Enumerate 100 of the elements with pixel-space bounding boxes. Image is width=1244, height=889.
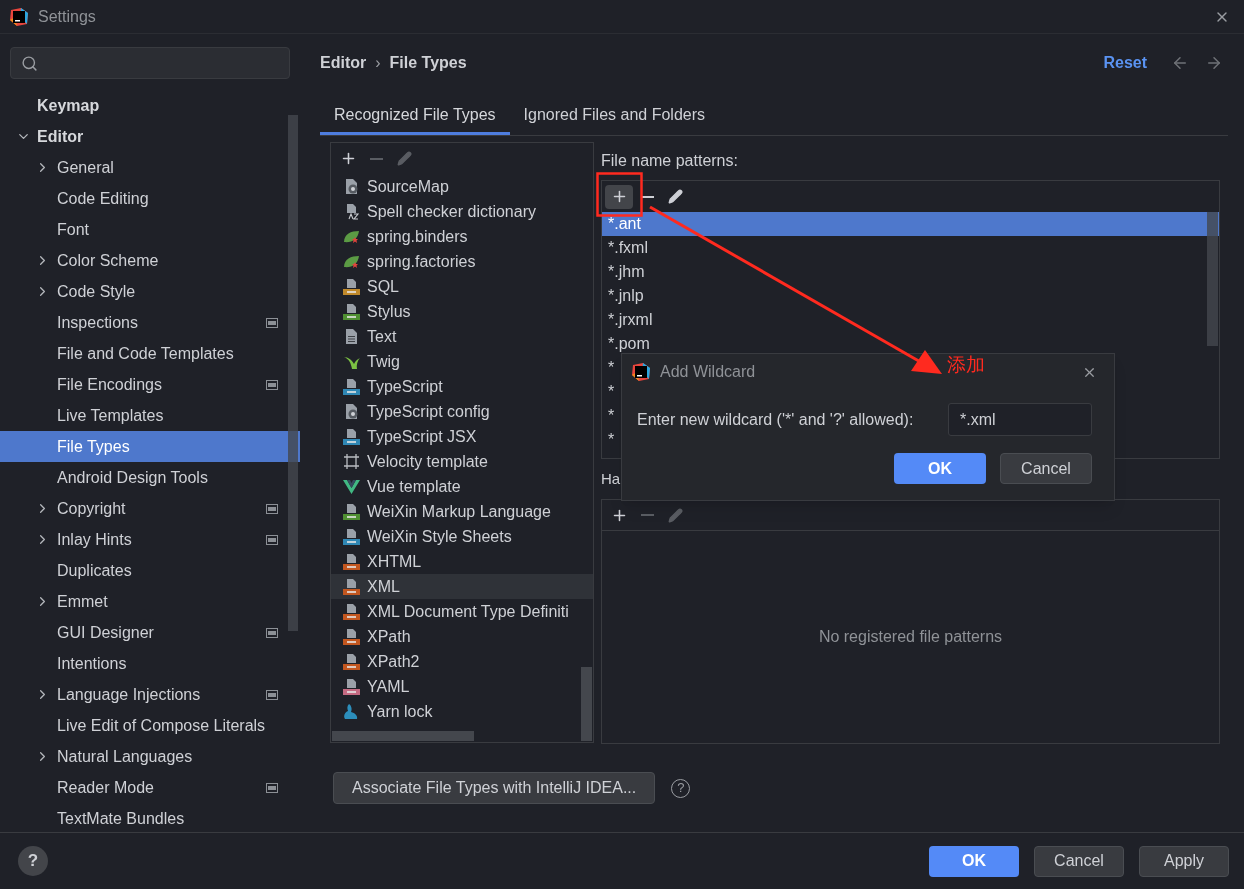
file-type-item[interactable]: WeiXin Style Sheets [331, 524, 593, 549]
file-type-label: XML Document Type Definiti [367, 601, 569, 622]
pattern-item[interactable]: *.fxml [602, 236, 1219, 260]
file-type-label: TypeScript config [367, 401, 490, 422]
file-type-label: Vue template [367, 476, 461, 497]
sidebar-item[interactable]: Reader Mode [0, 772, 300, 803]
yarn-icon [343, 703, 360, 720]
file-type-label: SourceMap [367, 176, 449, 197]
window-title: Settings [38, 6, 96, 27]
associate-button[interactable]: Associate File Types with IntelliJ IDEA... [333, 772, 656, 804]
file-type-item[interactable]: TypeScript [331, 374, 593, 399]
file-type-label: Twig [367, 351, 400, 372]
sidebar-item[interactable]: Language Injections [0, 679, 300, 710]
minus-icon [369, 157, 383, 160]
breadcrumb-item[interactable]: Editor [320, 51, 367, 75]
pattern-item[interactable]: *.ant [602, 212, 1219, 236]
file-type-item[interactable]: Velocity template [331, 449, 593, 474]
section-label: Ha [601, 468, 621, 489]
sidebar-item[interactable]: Duplicates [0, 555, 300, 586]
pattern-item[interactable]: *.jhm [602, 260, 1219, 284]
velocity-icon [343, 453, 360, 470]
sidebar-item-label: Font [57, 219, 90, 240]
cancel-button[interactable]: Cancel [1034, 845, 1124, 877]
sidebar-item[interactable]: Inlay Hints [0, 524, 300, 555]
sidebar-item-label: Keymap [37, 95, 101, 116]
file-type-item[interactable]: Spell checker dictionary [331, 199, 593, 224]
file-type-item[interactable]: XPath2 [331, 649, 593, 674]
sidebar-item[interactable]: General [0, 152, 300, 183]
file-type-label: Spell checker dictionary [367, 201, 536, 222]
section-label: File name patterns: [601, 151, 738, 171]
sidebar-item[interactable]: Code Editing [0, 183, 300, 214]
app-logo-icon [631, 362, 651, 382]
help-button[interactable]: ? [18, 846, 48, 876]
file-type-item[interactable]: spring.factories [331, 249, 593, 274]
file-type-label: Yarn lock [367, 701, 433, 722]
tab[interactable]: Ignored Files and Folders [509, 96, 719, 135]
sidebar-item[interactable]: File and Code Templates [0, 338, 300, 369]
sidebar-item[interactable]: Android Design Tools [0, 462, 300, 493]
apply-button[interactable]: Apply [1139, 845, 1229, 877]
file-type-item[interactable]: TypeScript JSX [331, 424, 593, 449]
file-type-label: XML [367, 576, 400, 597]
sidebar-item[interactable]: GUI Designer [0, 617, 300, 648]
file-type-item[interactable]: XML Document Type Definiti [331, 599, 593, 624]
pattern-item[interactable]: *.jrxml [602, 308, 1219, 332]
sidebar-item-label: Intentions [57, 653, 128, 674]
file-type-item[interactable]: spring.binders [331, 224, 593, 249]
horizontal-scrollbar[interactable] [332, 731, 474, 741]
vertical-scrollbar[interactable] [581, 667, 592, 741]
file-type-label: spring.factories [367, 251, 476, 272]
file-type-item[interactable]: XML [331, 574, 593, 599]
file-type-label: XHTML [367, 551, 422, 572]
search-field[interactable] [10, 47, 290, 79]
sidebar-item[interactable]: Editor [0, 121, 300, 152]
pattern-item[interactable]: *.jnlp [602, 284, 1219, 308]
file-type-item[interactable]: Yarn lock [331, 699, 593, 724]
sidebar-item[interactable]: Emmet [0, 586, 300, 617]
pencil-icon [667, 507, 683, 523]
file-type-item[interactable]: TypeScript config [331, 399, 593, 424]
sidebar-item[interactable]: File Encodings [0, 369, 300, 400]
wildcard-field[interactable]: *.xml [948, 403, 1092, 436]
dialog-title: Add Wildcard [660, 362, 756, 382]
pencil-icon [667, 189, 683, 204]
sidebar-item-label: Reader Mode [57, 777, 155, 798]
file-type-label: Stylus [367, 301, 411, 322]
sidebar-item-label: Code Style [57, 281, 137, 302]
add-button[interactable] [605, 184, 633, 209]
sidebar-item-label: File Encodings [57, 374, 163, 395]
reset-link[interactable]: Reset [1103, 51, 1147, 75]
file-type-item[interactable]: WeiXin Markup Language [331, 499, 593, 524]
sidebar-item[interactable]: Inspections [0, 307, 300, 338]
file-type-item[interactable]: SQL [331, 274, 593, 299]
sidebar-item[interactable]: Live Edit of Compose Literals [0, 710, 300, 741]
file-type-item[interactable]: XPath [331, 624, 593, 649]
sidebar-item[interactable]: Intentions [0, 648, 300, 679]
sidebar-item[interactable]: TextMate Bundles [0, 803, 300, 834]
sidebar-item[interactable]: Live Templates [0, 400, 300, 431]
file-type-item[interactable]: XHTML [331, 549, 593, 574]
scrollbar[interactable] [288, 115, 298, 631]
cancel-button[interactable]: Cancel [1000, 453, 1092, 484]
sidebar-item-label: Inspections [57, 312, 139, 333]
file-type-item[interactable]: Twig [331, 349, 593, 374]
sidebar-item[interactable]: Font [0, 214, 300, 245]
vertical-scrollbar[interactable] [1207, 212, 1218, 346]
sidebar-item[interactable]: Natural Languages [0, 741, 300, 772]
file-type-item[interactable]: SourceMap [331, 174, 593, 199]
forward-arrow-icon[interactable] [1205, 54, 1223, 72]
file-type-item[interactable]: YAML [331, 674, 593, 699]
sidebar-item[interactable]: Color Scheme [0, 245, 300, 276]
sidebar-item[interactable]: Copyright [0, 493, 300, 524]
sidebar-item-label: Inlay Hints [57, 529, 133, 550]
file-type-item[interactable]: Stylus [331, 299, 593, 324]
config-file-icon [343, 178, 360, 195]
file-type-item[interactable]: Vue template [331, 474, 593, 499]
file-type-item[interactable]: Text [331, 324, 593, 349]
minus-icon [640, 195, 654, 198]
sidebar-item[interactable]: Keymap [0, 90, 300, 121]
sidebar-item[interactable]: File Types [0, 431, 300, 462]
sidebar-item-label: TextMate Bundles [57, 808, 186, 829]
sidebar-item[interactable]: Code Style [0, 276, 300, 307]
tab[interactable]: Recognized File Types [320, 96, 510, 135]
